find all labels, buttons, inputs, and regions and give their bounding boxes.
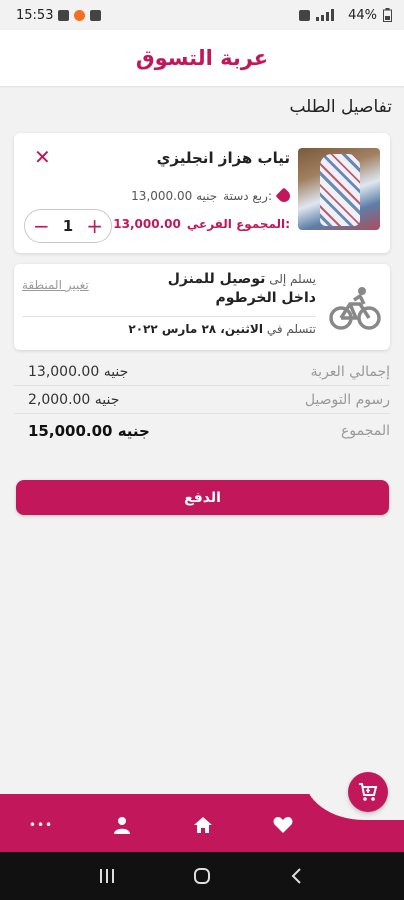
battery-percent: 44% bbox=[348, 7, 377, 23]
nav-profile[interactable] bbox=[107, 810, 137, 840]
nav-favorites[interactable] bbox=[268, 810, 298, 840]
notification-icon bbox=[58, 9, 70, 21]
subtotal-value: 13,000.00 bbox=[113, 217, 181, 231]
delivery-fee-label: رسوم التوصيل bbox=[304, 391, 390, 408]
quantity-value: 1 bbox=[62, 217, 74, 235]
status-time: 15:53 bbox=[16, 7, 54, 23]
grand-total-label: المجموع bbox=[341, 423, 390, 439]
delivery-card: يسلم إلى توصيل للمنزل داخل الخرطوم تغيير… bbox=[14, 264, 390, 350]
plus-icon: + bbox=[86, 214, 103, 238]
minus-icon: − bbox=[33, 214, 50, 238]
message-icon bbox=[90, 9, 102, 21]
tag-icon bbox=[275, 187, 293, 205]
recent-apps-icon bbox=[100, 869, 115, 883]
receive-date: الاثنين، ٢٨ مارس ٢٠٢٢ bbox=[128, 322, 263, 336]
cart-icon bbox=[359, 783, 378, 801]
price-label: ربع دستة: bbox=[223, 189, 272, 203]
status-left: 15:53 bbox=[16, 7, 102, 23]
home-icon bbox=[194, 817, 212, 833]
home-circle-icon bbox=[193, 868, 210, 884]
nav-home[interactable] bbox=[188, 810, 218, 840]
cart-total-value: 13,000.00 جنيه bbox=[28, 363, 129, 380]
home-button[interactable] bbox=[187, 861, 217, 891]
status-right: 44% bbox=[299, 8, 392, 23]
signal-icon bbox=[316, 9, 335, 21]
decrease-quantity-button[interactable]: − bbox=[33, 216, 50, 236]
receive-prefix: تتسلم في bbox=[266, 322, 316, 336]
item-subtotal: 13,000.00 المجموع الفرعي: bbox=[113, 217, 290, 231]
bicycle-icon bbox=[329, 287, 381, 330]
battery-icon bbox=[383, 8, 392, 22]
order-totals: 13,000.00 جنيه إجمالي العربة 2,000.00 جن… bbox=[14, 358, 390, 448]
unit-price: 13,000.00 جنيه ربع دستة: bbox=[131, 187, 293, 205]
cart-total-label: إجمالي العربة bbox=[310, 363, 390, 380]
back-icon bbox=[291, 868, 301, 884]
cart-total-row: 13,000.00 جنيه إجمالي العربة bbox=[14, 358, 390, 386]
bottom-nav: ••• bbox=[0, 770, 404, 852]
delivery-fee-value: 2,000.00 جنيه bbox=[28, 391, 120, 408]
increase-quantity-button[interactable]: + bbox=[86, 216, 103, 236]
recent-apps-button[interactable] bbox=[92, 861, 122, 891]
product-image[interactable] bbox=[298, 148, 380, 230]
cart-fab-button[interactable] bbox=[348, 772, 388, 812]
price-value: 13,000.00 جنيه bbox=[131, 189, 218, 203]
close-icon: ✕ bbox=[34, 145, 51, 169]
alarm-icon bbox=[299, 9, 311, 21]
status-bar: 15:53 44% bbox=[0, 0, 404, 30]
grand-total-value: 15,000.00 جنيه bbox=[28, 422, 150, 440]
page-title: عربة التسوق bbox=[135, 46, 269, 70]
order-details-title: تفاصيل الطلب bbox=[289, 97, 392, 117]
subtotal-label: المجموع الفرعي: bbox=[186, 217, 290, 231]
pay-button[interactable]: الدفع bbox=[16, 480, 389, 515]
change-area-link[interactable]: تغيير المنطقة bbox=[22, 278, 89, 292]
nav-more[interactable]: ••• bbox=[26, 810, 56, 840]
product-name[interactable]: تياب هزاز انجليزي bbox=[157, 149, 290, 167]
divider bbox=[22, 316, 316, 317]
system-nav-bar bbox=[0, 852, 404, 900]
cart-item-card: تياب هزاز انجليزي ✕ 13,000.00 جنيه ربع د… bbox=[14, 133, 390, 253]
remove-item-button[interactable]: ✕ bbox=[34, 147, 51, 167]
user-icon bbox=[114, 817, 130, 834]
delivery-prefix: يسلم إلى bbox=[269, 272, 316, 286]
receive-date-line: تتسلم في الاثنين، ٢٨ مارس ٢٠٢٢ bbox=[128, 322, 316, 336]
delivery-destination: يسلم إلى توصيل للمنزل داخل الخرطوم bbox=[136, 270, 316, 308]
back-button[interactable] bbox=[282, 861, 312, 891]
more-dots-icon: ••• bbox=[28, 818, 54, 832]
delivery-fee-row: 2,000.00 جنيه رسوم التوصيل bbox=[14, 386, 390, 414]
app-header: عربة التسوق bbox=[0, 30, 404, 86]
quantity-stepper: − 1 + bbox=[24, 209, 112, 243]
grand-total-row: 15,000.00 جنيه المجموع bbox=[14, 414, 390, 448]
app-notification-icon bbox=[74, 9, 86, 21]
heart-icon bbox=[273, 817, 293, 833]
